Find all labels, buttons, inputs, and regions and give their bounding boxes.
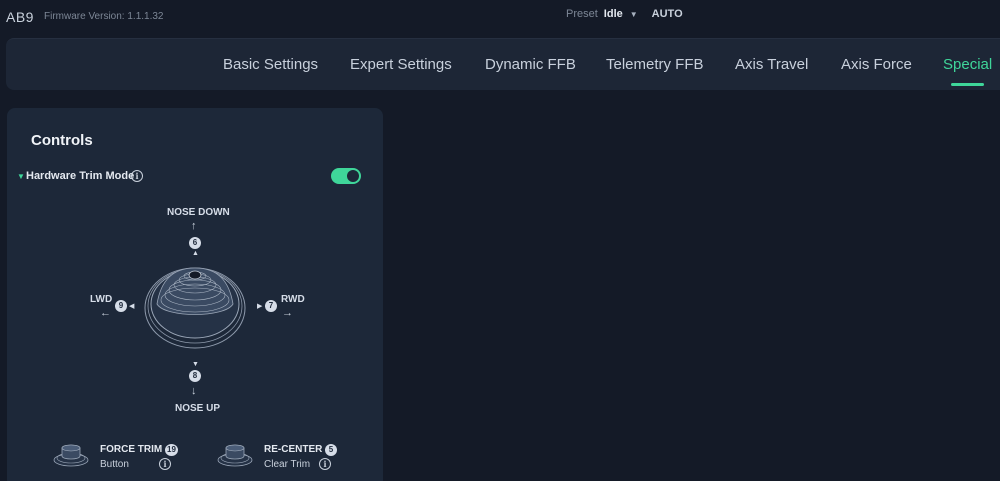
button-number-badge: 9 — [115, 300, 127, 312]
force-trim-button-icon — [53, 444, 89, 467]
tab-basic-settings[interactable]: Basic Settings — [223, 56, 318, 73]
preset-label: Preset — [566, 8, 598, 20]
lwd-label: LWD — [90, 294, 113, 305]
triangle-up-icon: ▲ — [192, 250, 199, 257]
button-number-badge: 5 — [325, 444, 337, 456]
hat-switch-icon — [144, 267, 246, 349]
triangle-down-icon: ▼ — [192, 361, 199, 368]
button-number-badge: 6 — [189, 237, 201, 249]
panel-title: Controls — [31, 132, 93, 149]
hardware-trim-toggle[interactable] — [331, 168, 361, 184]
arrow-left-icon: ← — [100, 307, 111, 319]
controls-panel: Controls ▼ Hardware Trim Mode i NOSE DOW… — [7, 108, 383, 481]
arrow-down-icon: ↓ — [191, 385, 197, 397]
app-name: AB9 — [6, 9, 34, 25]
caret-down-icon[interactable]: ▼ — [630, 10, 638, 19]
preset-mode: AUTO — [651, 8, 683, 20]
triangle-left-icon: ◀ — [129, 303, 135, 310]
caret-down-icon[interactable]: ▼ — [17, 172, 25, 181]
toggle-knob — [347, 170, 359, 182]
arrow-up-icon: ↑ — [191, 220, 197, 232]
tab-expert-settings[interactable]: Expert Settings — [350, 56, 452, 73]
preset-selector[interactable]: Preset Idle ▼ AUTO — [566, 8, 683, 20]
nose-up-label: NOSE UP — [175, 403, 221, 414]
nose-down-label: NOSE DOWN — [167, 207, 230, 218]
info-icon[interactable]: i — [131, 170, 143, 182]
re-center-button-icon — [217, 444, 253, 467]
info-icon[interactable]: i — [319, 458, 331, 470]
force-trim-sub: Button — [100, 459, 129, 470]
re-center-sub: Clear Trim — [264, 459, 311, 470]
button-number-badge: 19 — [165, 444, 178, 456]
tab-axis-force[interactable]: Axis Force — [841, 56, 912, 73]
force-trim-label: FORCE TRIM — [100, 444, 163, 455]
triangle-right-icon: ▶ — [257, 303, 263, 310]
preset-value[interactable]: Idle — [604, 8, 623, 20]
button-number-badge: 7 — [265, 300, 277, 312]
re-center-label: RE-CENTER — [264, 444, 323, 455]
arrow-right-icon: → — [282, 307, 293, 319]
tab-dynamic-ffb[interactable]: Dynamic FFB — [485, 56, 576, 73]
tab-telemetry-ffb[interactable]: Telemetry FFB — [606, 56, 704, 73]
rwd-label: RWD — [281, 294, 305, 305]
top-status-bar: AB9 Firmware Version: 1.1.1.32 Preset Id… — [0, 0, 1000, 34]
button-number-badge: 8 — [189, 370, 201, 382]
tab-bar: Basic Settings Expert Settings Dynamic F… — [6, 38, 1000, 90]
info-icon[interactable]: i — [159, 458, 171, 470]
tab-axis-travel[interactable]: Axis Travel — [735, 56, 808, 73]
active-tab-indicator — [951, 83, 984, 86]
section-hardware-trim-mode[interactable]: Hardware Trim Mode — [26, 170, 134, 182]
firmware-version: Firmware Version: 1.1.1.32 — [44, 11, 164, 22]
tab-special[interactable]: Special — [943, 56, 992, 73]
